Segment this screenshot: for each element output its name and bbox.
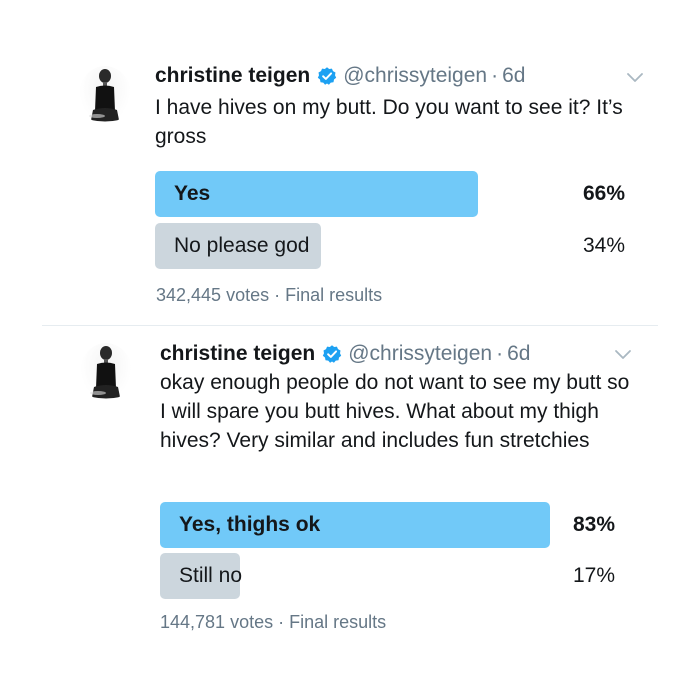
poll-footer: 144,781 votes · Final results [160,612,386,633]
tweet-age[interactable]: 6d [507,342,530,366]
avatar[interactable] [80,343,132,401]
avatar-photo-icon [90,346,120,399]
poll-option-label: Yes, thighs ok [179,513,321,536]
verified-badge-icon [323,345,342,363]
chevron-down-icon[interactable] [614,349,632,361]
poll-option-percent: 83% [572,513,615,536]
tweet-text: okay enough people do not want to see my… [160,371,630,452]
poll-status: Final results [289,612,387,632]
author-name[interactable]: christine teigen [160,342,315,366]
vote-count: 144,781 votes [160,612,274,632]
poll-option-yes-thighs: Yes, thighs ok 83% [160,502,615,548]
tweet-header: christine teigen @chrissyteigen · 6d [160,339,530,369]
header-separator: · [496,342,504,365]
tweet-card: christine teigen @chrissyteigen · 6d oka… [0,0,700,632]
poll-option-still-no: Still no 17% [160,553,615,599]
poll-option-percent: 17% [572,564,615,587]
poll-option-label: Still no [179,564,243,587]
author-handle[interactable]: @chrissyteigen [348,342,492,366]
footer-separator: · [278,612,285,632]
